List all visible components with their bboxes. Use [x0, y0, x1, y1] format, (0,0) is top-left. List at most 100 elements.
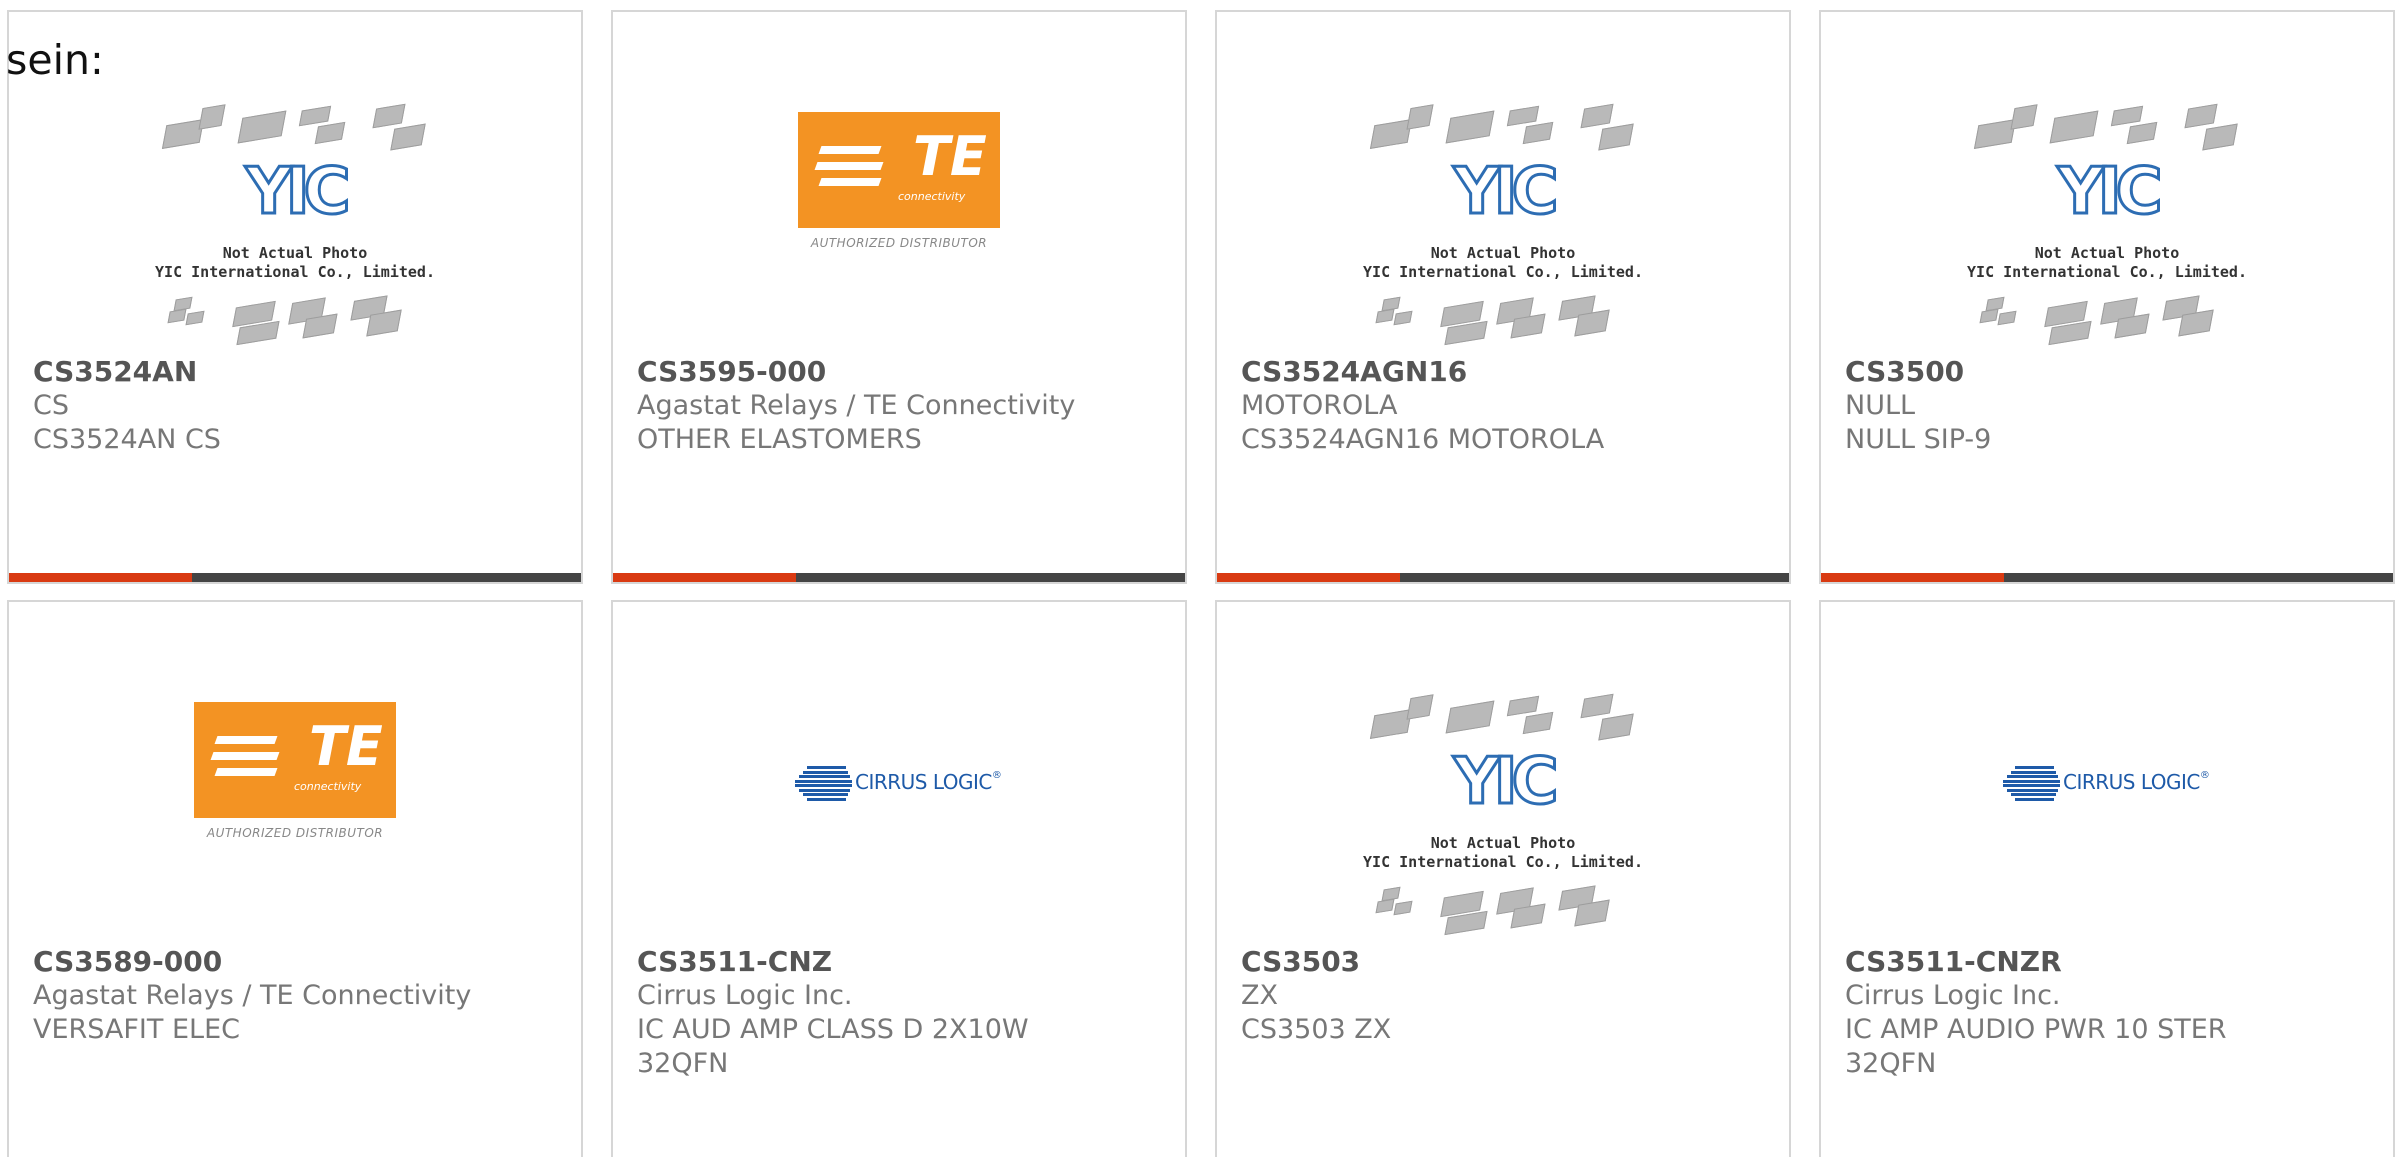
part-number-link[interactable]: CS3589-000 [33, 945, 557, 979]
not-actual-photo-caption: Not Actual Photo YIC International Co., L… [1957, 244, 2257, 282]
card-accent-bar [1217, 573, 1400, 582]
chip-icons-top [1973, 103, 2238, 158]
te-stripe-icon [814, 162, 884, 170]
yic-logo-icon: YIC [244, 155, 352, 229]
product-grid-page: sein: YIC Not Actual Photo YIC Internation… [0, 0, 2404, 1157]
product-image[interactable]: YIC Not Actual Photo YIC International Co.… [1821, 12, 2393, 346]
chip-icon [1506, 105, 1540, 127]
product-description: IC AMP AUDIO PWR 10 STER [1845, 1014, 2227, 1045]
chip-icon [1369, 119, 1413, 149]
chip-icon [2010, 104, 2038, 130]
chip-icon [1406, 694, 1434, 720]
chip-icon [1979, 308, 1999, 324]
header-partial-text: sein: [6, 36, 104, 84]
authorized-distributor-text: AUTHORIZED DISTRIBUTOR [810, 236, 988, 250]
authorized-distributor-text: AUTHORIZED DISTRIBUTOR [206, 826, 384, 840]
card-accent-bar [1821, 573, 2004, 582]
chip-icons-bottom [1373, 294, 1633, 348]
chip-icon [1393, 310, 1413, 326]
yic-logo-icon: YIC [2056, 155, 2164, 229]
product-description: CS3503 ZX [1241, 1014, 1392, 1045]
swoosh-line [2007, 775, 2058, 778]
product-image[interactable]: YIC Not Actual Photo YIC International Co.… [1217, 602, 1789, 936]
chip-icon [1973, 119, 2017, 149]
cirrus-word-text: CIRRUS LOGIC [855, 770, 992, 794]
chip-icon [161, 119, 205, 149]
chip-icon [1506, 695, 1540, 717]
product-image[interactable]: CIRRUS LOGIC® [1821, 602, 2393, 932]
yic-placeholder-image: YIC Not Actual Photo YIC International Co.… [1957, 103, 2257, 354]
caption-line-1: Not Actual Photo [2034, 244, 2180, 262]
chip-icon [1522, 121, 1554, 145]
swoosh-line [799, 788, 850, 792]
part-number-link[interactable]: CS3511-CNZR [1845, 945, 2369, 979]
part-number-link[interactable]: CS3595-000 [637, 355, 1161, 389]
product-description: CS3524AGN16 MOTOROLA [1241, 424, 1605, 455]
chip-icon [237, 110, 287, 144]
not-actual-photo-caption: Not Actual Photo YIC International Co., L… [145, 244, 445, 282]
part-number-link[interactable]: CS3503 [1241, 945, 1765, 979]
part-number-link[interactable]: CS3511-CNZ [637, 945, 1161, 979]
swoosh-line [2011, 793, 2056, 796]
swoosh-line [799, 775, 850, 778]
product-description-cont: 32QFN [637, 1048, 729, 1079]
manufacturer: Cirrus Logic Inc. [1845, 980, 2061, 1011]
cirrus-word-text: CIRRUS LOGIC [2063, 770, 2200, 794]
not-actual-photo-caption: Not Actual Photo YIC International Co., L… [1353, 834, 1653, 872]
product-image[interactable]: TE connectivity AUTHORIZED DISTRIBUTOR [613, 12, 1185, 342]
part-number-link[interactable]: CS3500 [1845, 355, 2369, 389]
swoosh-line [807, 797, 846, 801]
product-info: CS3524AN CS CS3524AN CS [33, 355, 557, 457]
product-card[interactable]: CIRRUS LOGIC® CS3511-CNZR Cirrus Logic Inc… [1819, 600, 2395, 1157]
caption-line-1: Not Actual Photo [1430, 834, 1576, 852]
chip-icon [1598, 713, 1634, 741]
te-logo-box: TE connectivity [798, 112, 1000, 228]
yic-placeholder-image: YIC Not Actual Photo YIC International Co.… [1353, 693, 1653, 944]
product-card[interactable]: YIC Not Actual Photo YIC International Co.… [1819, 10, 2395, 584]
chip-icon [1574, 899, 1610, 927]
product-image[interactable]: YIC Not Actual Photo YIC International Co.… [1217, 12, 1789, 346]
chip-icon [167, 308, 187, 324]
cirrus-logic-logo: CIRRUS LOGIC® [2001, 762, 2213, 804]
product-description: NULL SIP-9 [1845, 424, 1992, 455]
manufacturer: MOTOROLA [1241, 390, 1398, 421]
product-card[interactable]: YIC Not Actual Photo YIC International Co.… [7, 10, 583, 584]
product-card[interactable]: YIC Not Actual Photo YIC International Co.… [1215, 600, 1791, 1157]
swoosh-line [2003, 779, 2060, 783]
product-info: CS3595-000 Agastat Relays / TE Connectivi… [637, 355, 1161, 457]
manufacturer: ZX [1241, 980, 1278, 1011]
part-number-link[interactable]: CS3524AN [33, 355, 557, 389]
chip-icon [1445, 700, 1495, 734]
caption-line-2: YIC International Co., Limited. [1363, 263, 1643, 281]
chip-icon [1445, 110, 1495, 144]
manufacturer: Cirrus Logic Inc. [637, 980, 853, 1011]
chip-icon [366, 309, 402, 337]
yic-logo-icon: YIC [1452, 155, 1560, 229]
te-sub-text: connectivity [294, 780, 362, 793]
te-logo-box: TE connectivity [194, 702, 396, 818]
yic-placeholder-image: YIC Not Actual Photo YIC International Co.… [1353, 103, 1653, 354]
product-image[interactable]: CIRRUS LOGIC® [613, 602, 1185, 932]
swoosh-line [2011, 770, 2056, 774]
product-image[interactable]: TE connectivity AUTHORIZED DISTRIBUTOR [9, 602, 581, 932]
manufacturer: Agastat Relays / TE Connectivity [33, 980, 472, 1011]
card-hover-bar [613, 573, 1185, 582]
part-number-link[interactable]: CS3524AGN16 [1241, 355, 1765, 389]
caption-line-2: YIC International Co., Limited. [1363, 853, 1643, 871]
chip-icon [298, 105, 332, 127]
product-description: IC AUD AMP CLASS D 2X10W [637, 1014, 1029, 1045]
swoosh-line [795, 784, 852, 787]
chip-icons-top [1369, 103, 1634, 158]
product-card[interactable]: TE connectivity AUTHORIZED DISTRIBUTOR CS35… [611, 10, 1187, 584]
te-mark-icon: TE [913, 125, 987, 188]
product-info: CS3500 NULL NULL SIP-9 [1845, 355, 2369, 457]
product-card[interactable]: CIRRUS LOGIC® CS3511-CNZ Cirrus Logic Inc.… [611, 600, 1187, 1157]
product-card[interactable]: TE connectivity AUTHORIZED DISTRIBUTOR CS35… [7, 600, 583, 1157]
te-stripe-icon [818, 146, 882, 154]
chip-icon [1375, 898, 1395, 914]
swoosh-line [795, 779, 852, 783]
product-info: CS3524AGN16 MOTOROLA CS3524AGN16 MOTOROLA [1241, 355, 1765, 457]
te-stripe-icon [818, 178, 882, 186]
card-hover-bar [9, 573, 581, 582]
product-card[interactable]: YIC Not Actual Photo YIC International Co.… [1215, 10, 1791, 584]
